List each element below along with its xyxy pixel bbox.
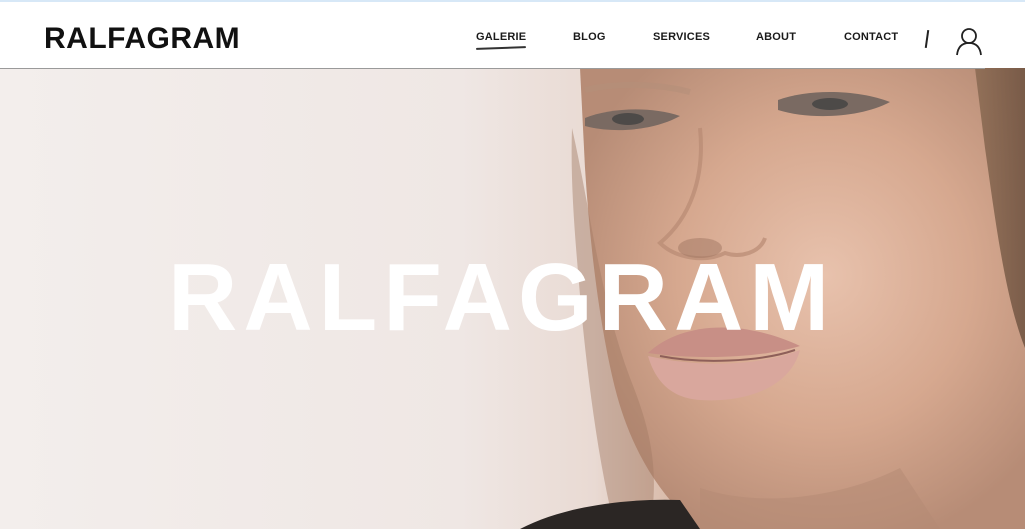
top-navigation-bar: RALFAGRAM GALERIE BLOG SERVICES ABOUT CO… bbox=[0, 0, 1025, 69]
nav-item-blog[interactable]: BLOG bbox=[573, 31, 606, 43]
nav-item-about[interactable]: ABOUT bbox=[756, 31, 796, 43]
site-logo[interactable]: RALFAGRAM bbox=[44, 22, 240, 56]
user-icon[interactable] bbox=[954, 26, 984, 56]
hero-section: RALFAGRAM bbox=[0, 68, 1025, 529]
nav-item-services[interactable]: SERVICES bbox=[653, 31, 710, 43]
nav-item-contact[interactable]: CONTACT bbox=[844, 31, 898, 43]
page: RALFAGRAM GALERIE BLOG SERVICES ABOUT CO… bbox=[0, 0, 1025, 529]
nav-divider bbox=[924, 29, 930, 49]
nav-item-galerie[interactable]: GALERIE bbox=[476, 31, 526, 43]
hero-title: RALFAGRAM bbox=[168, 244, 836, 351]
